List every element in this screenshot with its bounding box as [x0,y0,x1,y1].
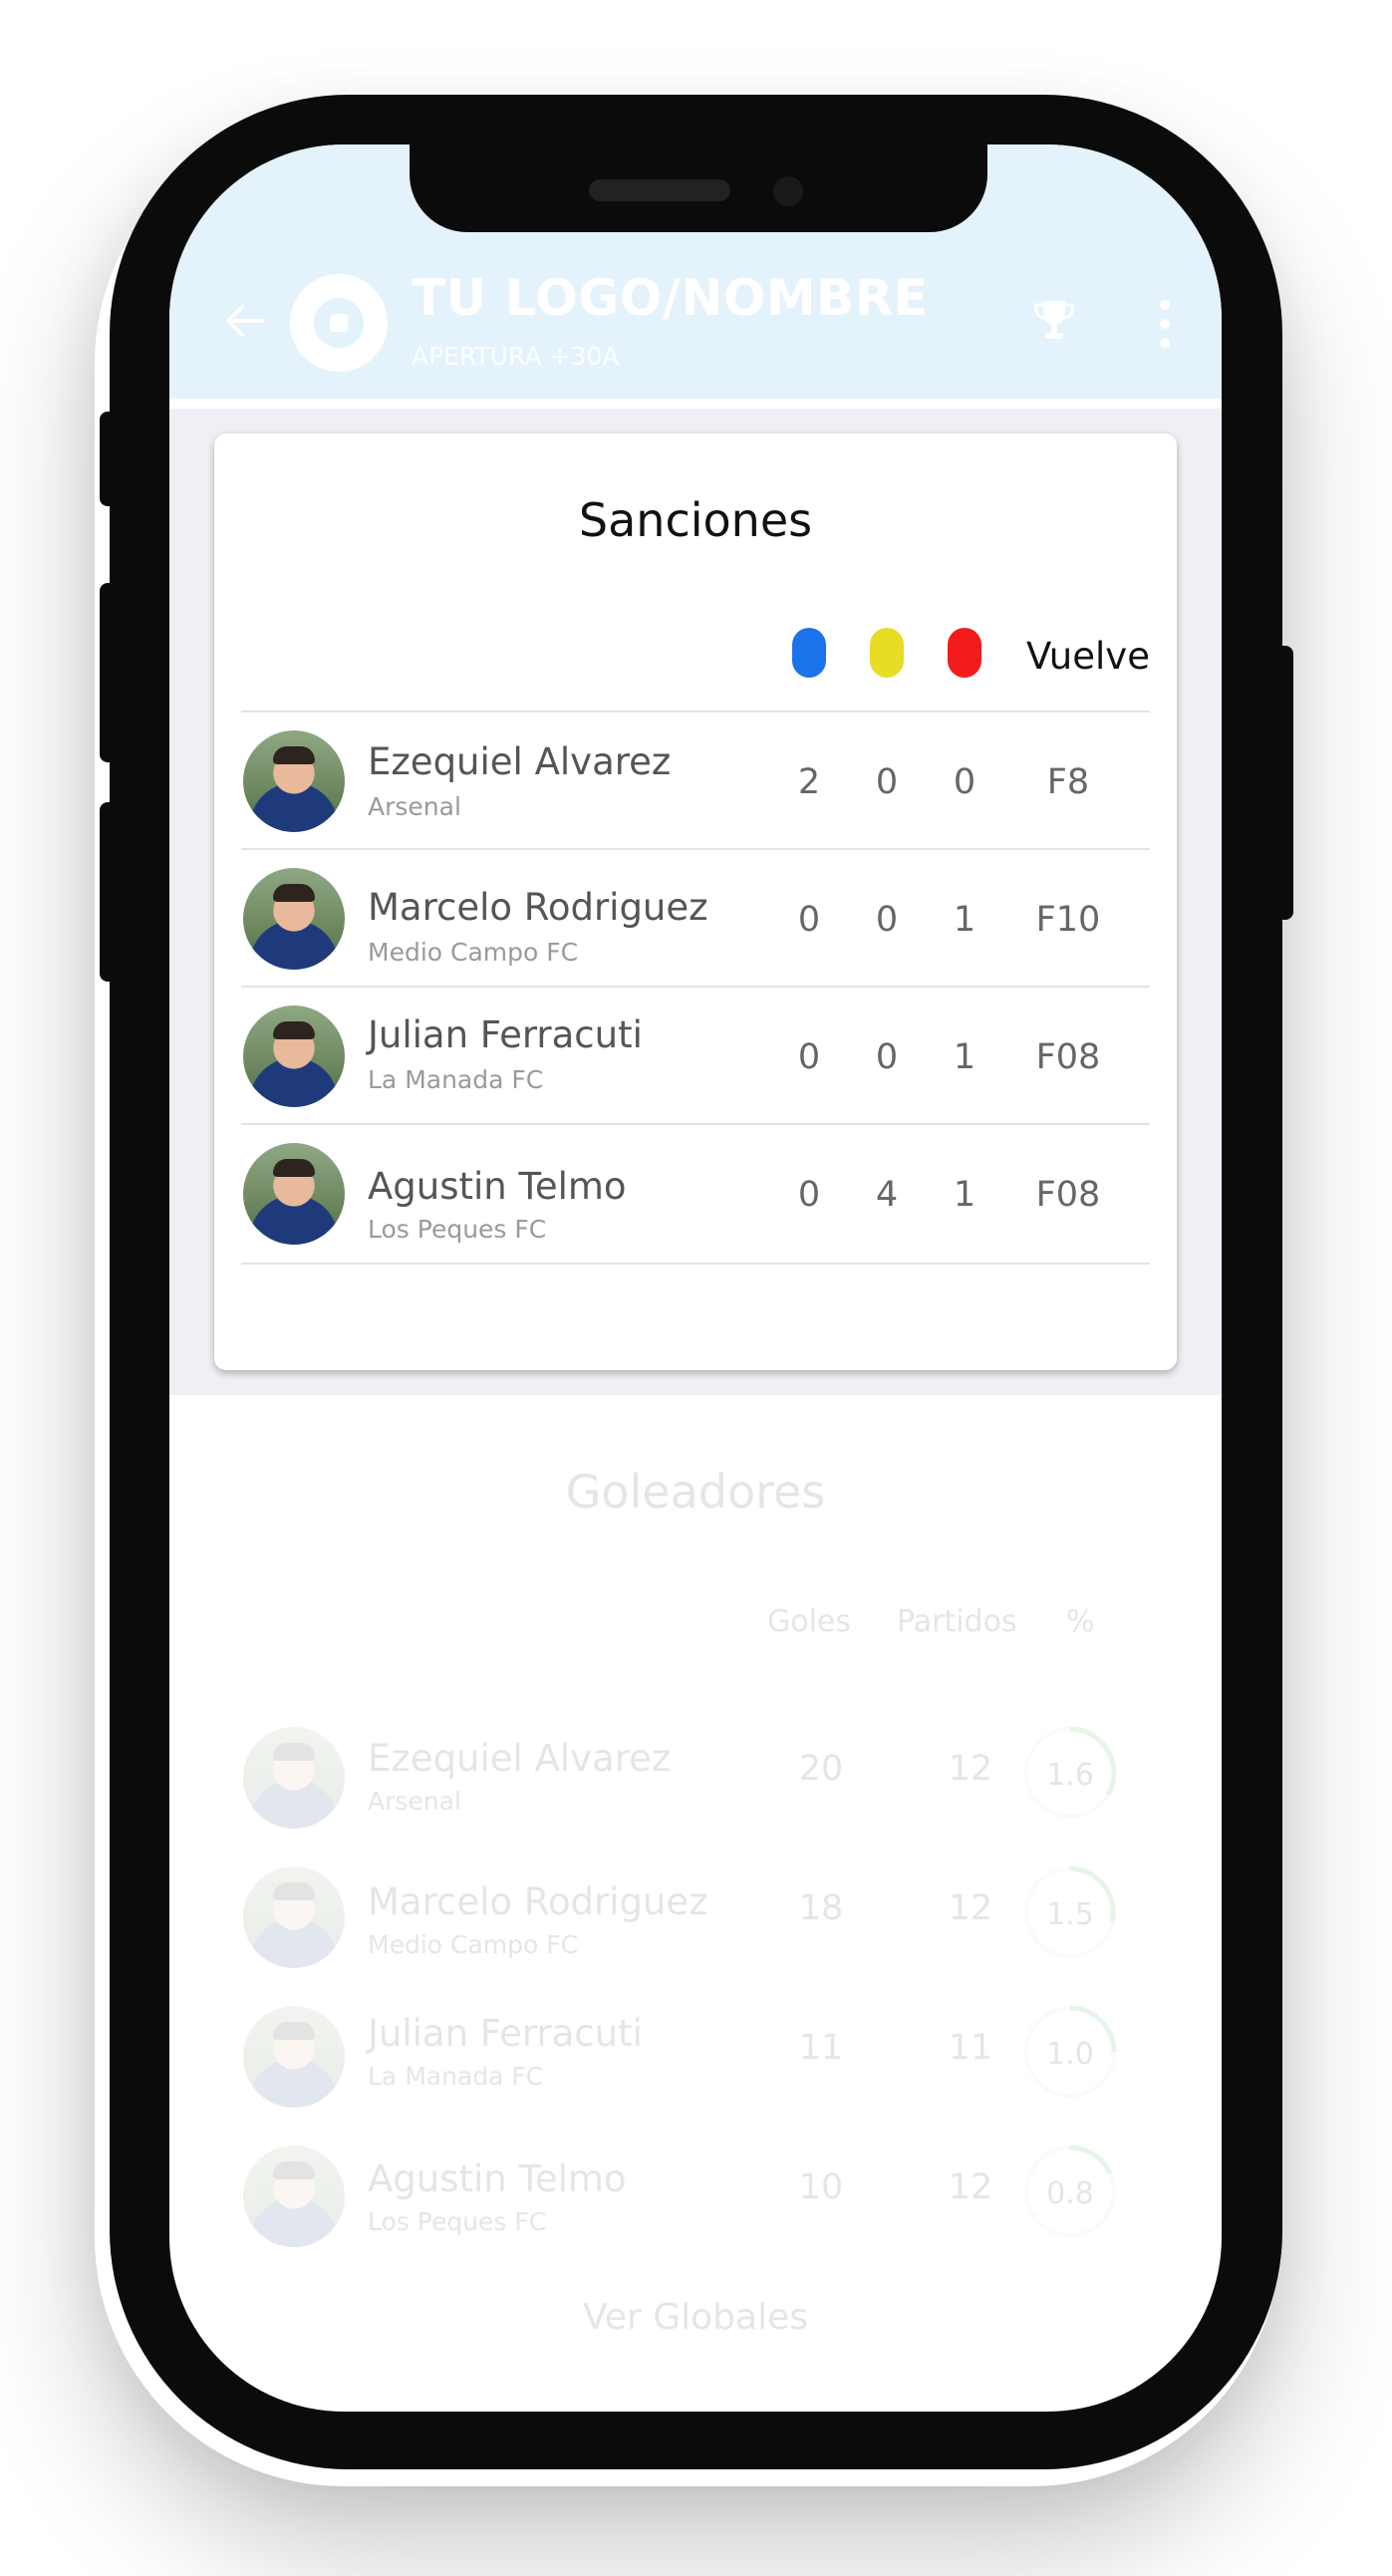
player-name: Agustin Telmo [368,2157,627,2200]
pct-value: 1.6 [1046,1758,1094,1793]
player-team: Medio Campo FC [368,938,579,967]
blue-count: 0 [797,900,821,940]
partidos-value: 12 [948,1888,993,1928]
volume-up-button [100,583,118,762]
yellow-card-icon [870,628,904,678]
team-logo [290,274,388,372]
avatar [243,2006,345,2108]
goles-value: 20 [798,1749,844,1789]
blue-card-icon [792,628,826,678]
avatar [243,868,345,970]
pct-column-header: % [1066,1604,1095,1639]
player-team: Arsenal [368,1787,461,1816]
sancion-row[interactable]: Marcelo Rodriguez Medio Campo FC 0 0 1 F… [241,848,1150,988]
goleadores-title: Goleadores [565,1465,826,1519]
percentage-ring: 1.0 [1024,2005,1117,2098]
sancion-row[interactable]: Agustin Telmo Los Peques FC 0 4 1 F08 [241,1123,1150,1265]
partidos-column-header: Partidos [897,1604,1017,1639]
avatar [243,2146,345,2247]
player-team: Los Peques FC [368,2207,547,2236]
yellow-count: 4 [875,1175,899,1215]
red-card-icon [948,628,981,678]
percentage-ring: 1.5 [1024,1865,1116,1958]
goles-value: 18 [798,1888,844,1928]
red-count: 0 [953,762,976,802]
blue-count: 2 [797,762,821,802]
avatar [243,730,345,832]
pct-value: 1.0 [1046,2037,1094,2072]
trophy-icon[interactable] [1031,297,1077,343]
vuelve-value: F08 [1035,1175,1101,1215]
red-count: 1 [953,1037,976,1077]
goles-value: 11 [798,2028,844,2068]
player-name: Agustin Telmo [368,1165,627,1208]
goleador-row[interactable]: Julian Ferracuti La Manada FC 11 11 1.0 [241,1988,1158,2128]
sanciones-title: Sanciones [578,493,813,547]
percentage-ring: 1.6 [1024,1726,1117,1819]
avatar [243,1866,345,1968]
back-arrow-icon[interactable] [222,299,266,343]
phone-screen: TU LOGO/NOMBRE APERTURA +30A Sanciones V… [169,144,1222,2412]
yellow-count: 0 [875,1037,899,1077]
yellow-count: 0 [875,762,899,802]
phone-notch [410,144,987,232]
red-count: 1 [953,900,976,940]
pct-value: 1.5 [1046,1897,1094,1932]
vuelve-value: F8 [1046,762,1090,802]
sancion-row[interactable]: Julian Ferracuti La Manada FC 0 0 1 F08 [241,986,1150,1125]
goles-value: 10 [798,2167,844,2207]
power-button [1275,646,1293,920]
partidos-value: 12 [948,1749,993,1789]
speaker [589,179,730,201]
player-team: Arsenal [368,792,461,821]
player-name: Marcelo Rodriguez [368,886,708,929]
blue-count: 0 [797,1037,821,1077]
page-title: TU LOGO/NOMBRE [412,269,929,327]
ver-globales-link[interactable]: Ver Globales [169,2297,1222,2338]
vuelve-value: F10 [1035,900,1101,940]
page-subtitle: APERTURA +30A [412,342,620,371]
vuelve-value: F08 [1035,1037,1101,1077]
sanciones-card: Sanciones Vuelve Ezequiel Alvarez Arsena… [214,433,1177,1370]
goles-column-header: Goles [767,1604,852,1639]
player-team: La Manada FC [368,2062,544,2091]
blue-count: 0 [797,1175,821,1215]
red-count: 1 [953,1175,976,1215]
sancion-row[interactable]: Ezequiel Alvarez Arsenal 2 0 0 F8 [241,711,1150,850]
yellow-count: 0 [875,900,899,940]
goleador-row[interactable]: Agustin Telmo Los Peques FC 10 12 0.8 [241,2128,1158,2267]
player-name: Marcelo Rodriguez [368,1880,708,1923]
vuelve-column-header: Vuelve [1026,635,1150,678]
pct-value: 0.8 [1046,2176,1094,2211]
avatar [243,1727,345,1829]
percentage-ring: 0.8 [1024,2145,1116,2237]
goleadores-section: Goleadores Goles Partidos % Ezequiel Alv… [169,1410,1222,2412]
mute-switch [100,412,118,506]
goleador-row[interactable]: Marcelo Rodriguez Medio Campo FC 18 12 1… [241,1849,1158,1988]
player-name: Julian Ferracuti [368,2012,643,2055]
goleador-row[interactable]: Ezequiel Alvarez Arsenal 20 12 1.6 [241,1709,1158,1849]
player-team: Medio Campo FC [368,1930,579,1959]
player-team: La Manada FC [368,1065,544,1094]
player-name: Ezequiel Alvarez [368,740,672,783]
more-options-icon[interactable] [1159,299,1171,349]
volume-down-button [100,802,118,982]
player-name: Ezequiel Alvarez [368,1737,672,1780]
avatar [243,1143,345,1245]
partidos-value: 12 [948,2167,993,2207]
partidos-value: 11 [948,2028,993,2068]
front-camera [773,176,803,206]
player-name: Julian Ferracuti [368,1013,643,1056]
player-team: Los Peques FC [368,1215,547,1244]
avatar [243,1005,345,1107]
